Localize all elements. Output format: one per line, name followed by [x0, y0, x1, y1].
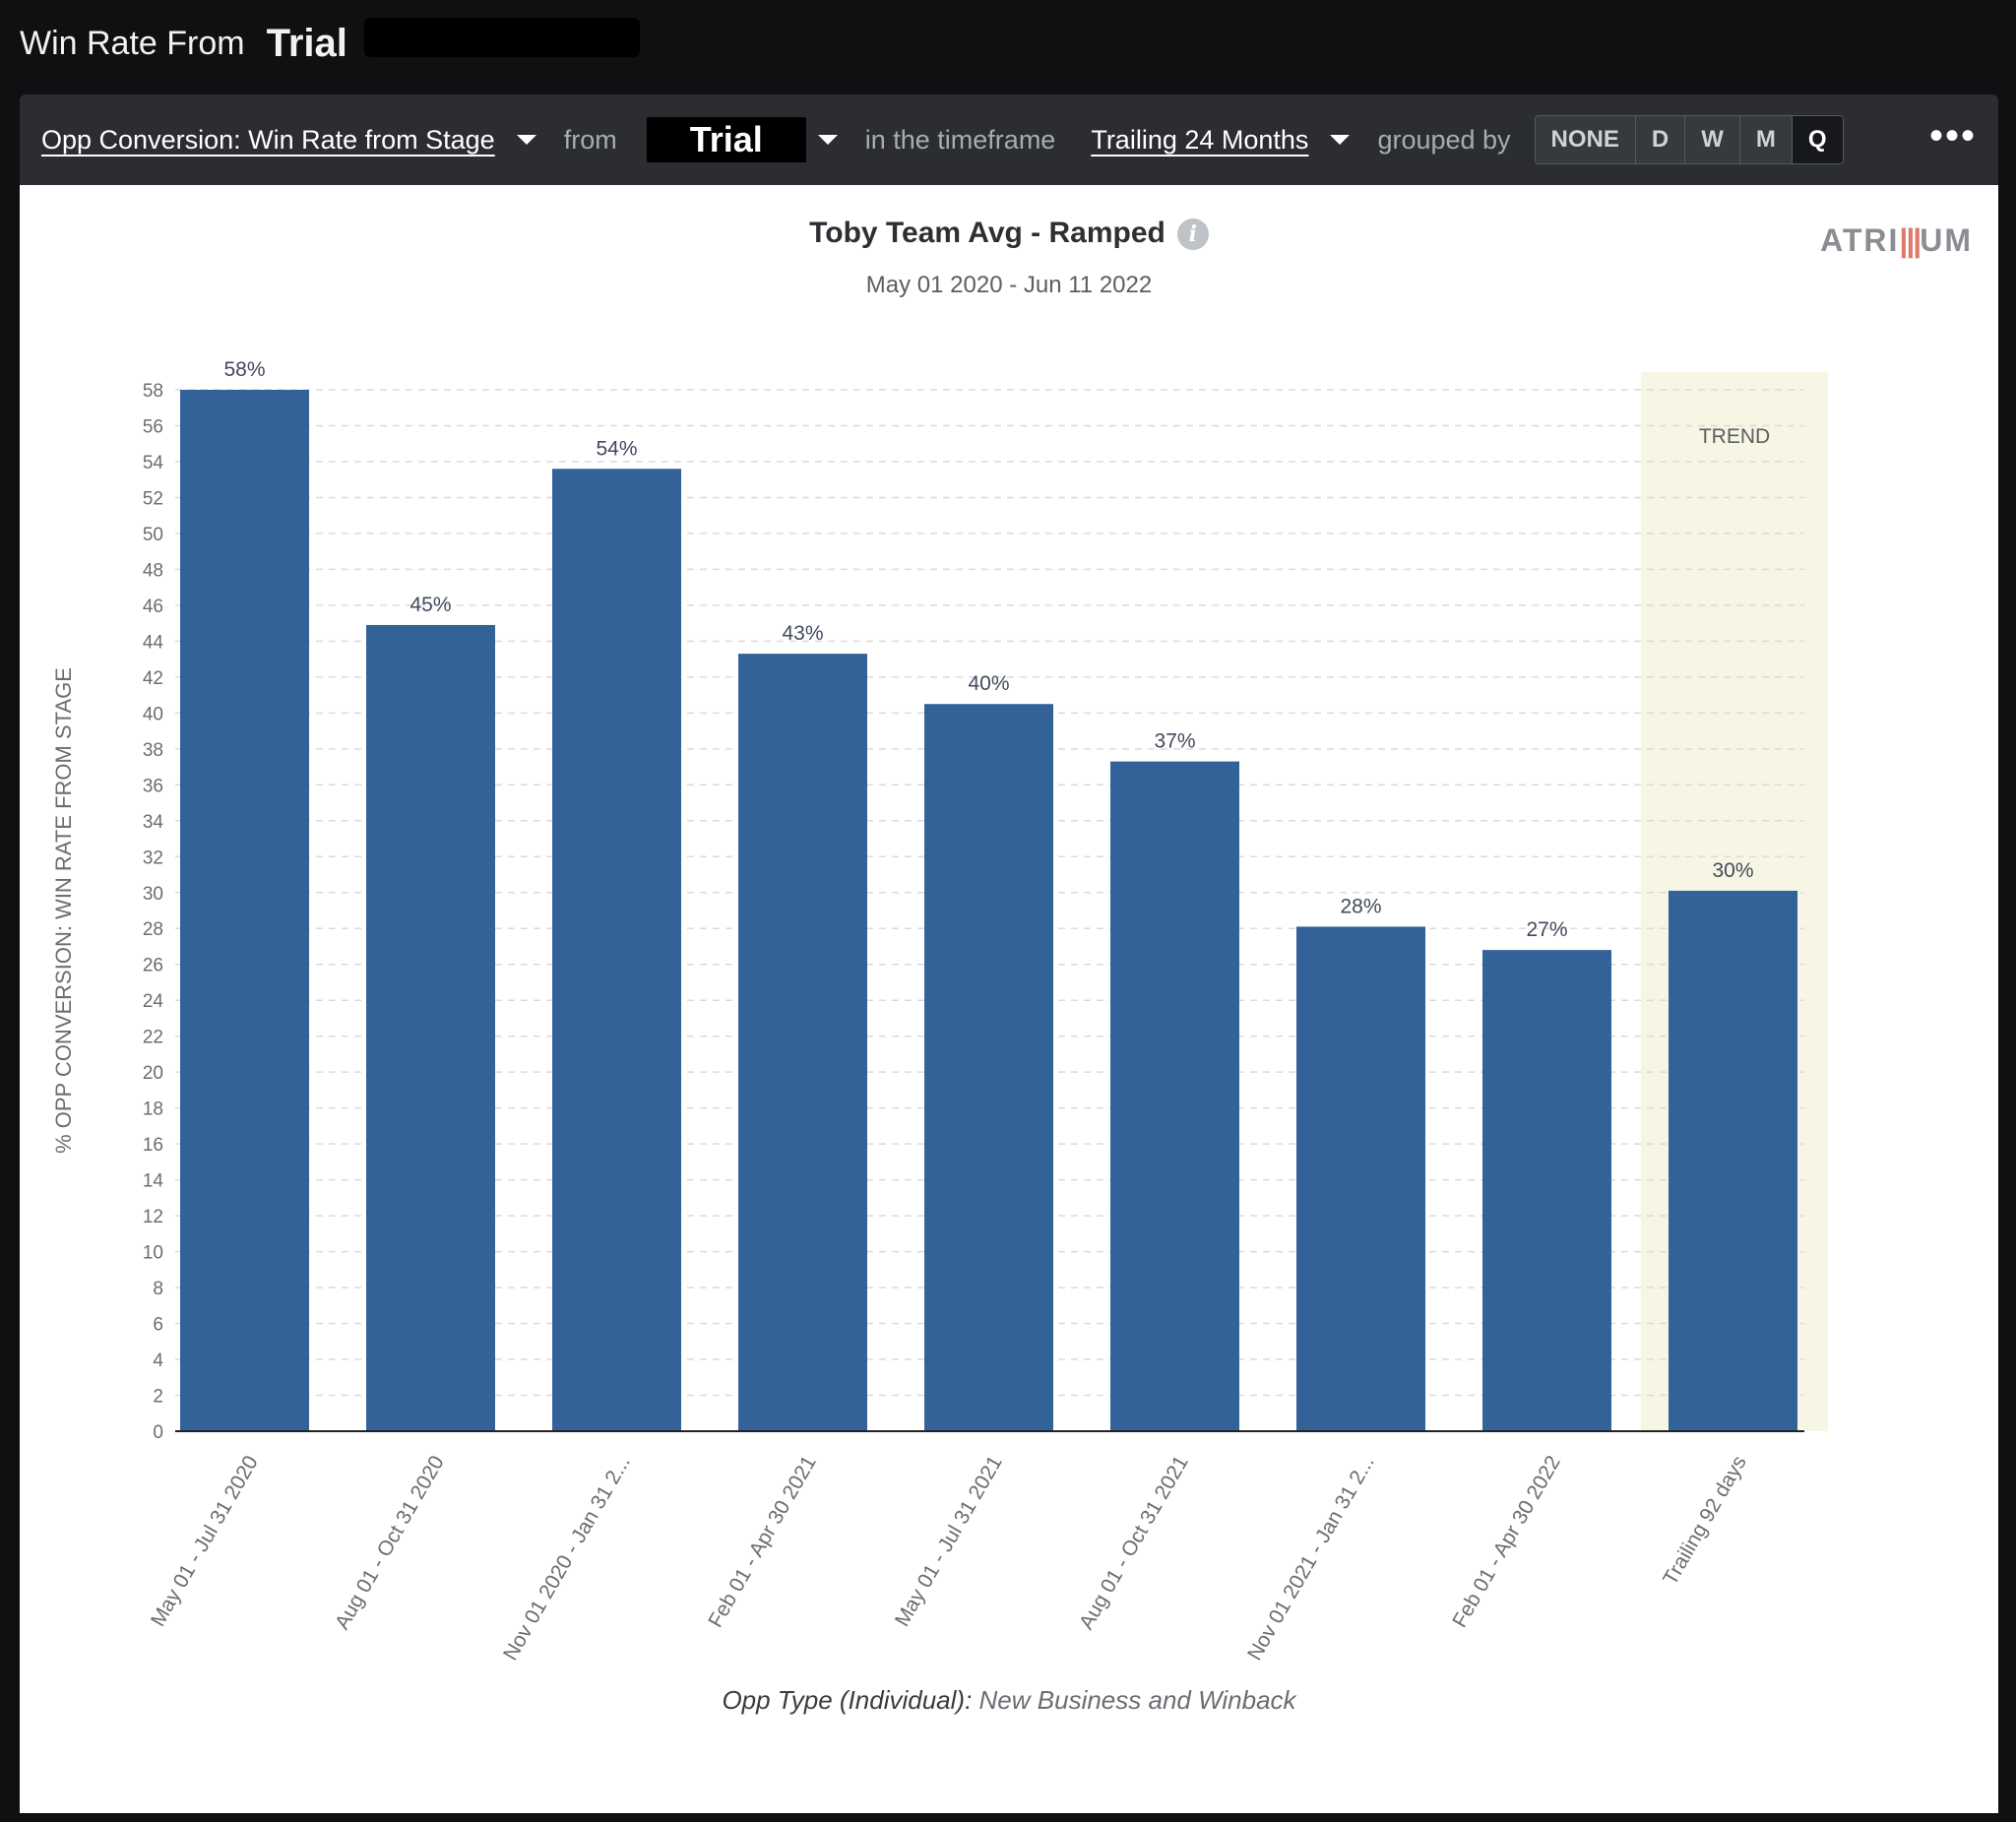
page-title: Win Rate From Trial — [20, 22, 347, 66]
bar — [366, 624, 495, 1431]
y-tick-label: 2 — [153, 1387, 163, 1408]
metric-dropdown-icon[interactable] — [516, 135, 536, 145]
y-tick-label: 20 — [143, 1063, 163, 1084]
y-tick-label: 10 — [143, 1243, 163, 1264]
stage-dropdown-icon[interactable] — [817, 135, 838, 145]
y-tick-label: 50 — [143, 525, 163, 545]
from-label: from — [563, 124, 617, 155]
data-label: 45% — [410, 594, 451, 616]
bar — [1110, 761, 1239, 1431]
y-tick-label: 16 — [143, 1135, 163, 1156]
x-tick-label: Aug 01 - Oct 31 2020 — [331, 1452, 449, 1633]
timeframe-label: in the timeframe — [864, 124, 1056, 155]
x-tick-label: Nov 01 2020 - Jan 31 2... — [499, 1452, 635, 1662]
trend-label: TREND — [1699, 425, 1770, 448]
data-label: 28% — [1340, 895, 1381, 917]
y-tick-label: 54 — [143, 453, 164, 473]
y-tick-label: 12 — [143, 1207, 163, 1227]
timeframe-dropdown-icon[interactable] — [1330, 135, 1351, 145]
data-label: 37% — [1154, 730, 1195, 753]
y-tick-label: 52 — [143, 488, 163, 509]
x-tick-label: Aug 01 - Oct 31 2021 — [1075, 1452, 1193, 1633]
metric-selector[interactable]: Opp Conversion: Win Rate from Stage — [41, 125, 495, 156]
y-tick-label: 4 — [153, 1351, 163, 1371]
filter-label: Opp Type (Individual): — [722, 1685, 973, 1715]
toolbar: Opp Conversion: Win Rate from Stage from… — [20, 94, 1998, 185]
x-tick-label: Trailing 92 days — [1659, 1452, 1751, 1589]
bar — [738, 654, 867, 1431]
y-tick-label: 30 — [143, 884, 163, 905]
group-option-week[interactable]: W — [1685, 116, 1740, 163]
group-option-day[interactable]: D — [1635, 116, 1686, 163]
filter-value: New Business and Winback — [978, 1685, 1296, 1715]
group-option-month[interactable]: M — [1739, 116, 1793, 163]
report-panel: Opp Conversion: Win Rate from Stage from… — [20, 94, 1998, 1813]
x-tick-label: Feb 01 - Apr 30 2021 — [704, 1452, 821, 1631]
y-axis-label: % OPP CONVERSION: WIN RATE FROM STAGE — [51, 667, 76, 1154]
bar — [1482, 950, 1611, 1431]
y-tick-label: 32 — [143, 848, 163, 868]
x-tick-label: May 01 - Jul 31 2020 — [147, 1452, 263, 1630]
y-tick-label: 44 — [143, 632, 164, 653]
x-tick-label: May 01 - Jul 31 2021 — [891, 1452, 1007, 1630]
y-tick-label: 22 — [143, 1028, 163, 1048]
data-label: 58% — [223, 358, 265, 381]
y-tick-label: 18 — [143, 1099, 163, 1120]
bar-chart: TREND02468101214161820222426283032343638… — [51, 358, 1828, 1662]
y-tick-label: 6 — [153, 1315, 163, 1336]
y-tick-label: 48 — [143, 560, 163, 581]
y-tick-label: 40 — [143, 704, 163, 724]
x-tick-label: Feb 01 - Apr 30 2022 — [1448, 1452, 1565, 1631]
data-label: 27% — [1526, 918, 1567, 941]
y-tick-label: 14 — [143, 1171, 164, 1192]
bar — [1296, 926, 1425, 1431]
ellipsis-icon[interactable]: ••• — [1929, 114, 1977, 158]
y-tick-label: 42 — [143, 668, 163, 689]
y-tick-label: 34 — [143, 812, 164, 833]
x-tick-label: Nov 01 2021 - Jan 31 2... — [1243, 1452, 1379, 1662]
data-label: 54% — [596, 437, 637, 460]
y-tick-label: 24 — [143, 991, 164, 1012]
filter-note: Opp Type (Individual): New Business and … — [20, 1685, 1998, 1716]
stage-selector[interactable]: Trial — [646, 117, 806, 162]
bar — [552, 469, 681, 1431]
bar — [1669, 890, 1797, 1431]
bar — [180, 390, 309, 1431]
page-title-stage: Trial — [266, 22, 347, 65]
y-tick-label: 46 — [143, 597, 163, 617]
y-tick-label: 26 — [143, 956, 163, 976]
grouped-by-label: grouped by — [1377, 124, 1511, 155]
y-tick-label: 56 — [143, 416, 163, 437]
group-by-toggle: NONE D W M Q — [1534, 115, 1844, 164]
y-tick-label: 36 — [143, 776, 163, 796]
redaction-block — [364, 18, 640, 57]
data-label: 40% — [968, 672, 1009, 695]
group-option-none[interactable]: NONE — [1535, 116, 1636, 163]
page-title-prefix: Win Rate From — [20, 25, 245, 62]
bar — [924, 704, 1053, 1431]
data-label: 43% — [782, 622, 823, 645]
timeframe-selector[interactable]: Trailing 24 Months — [1091, 125, 1308, 156]
chart-card: Toby Team Avg - Ramped i May 01 2020 - Ju… — [20, 185, 1998, 1813]
y-tick-label: 58 — [143, 381, 163, 402]
y-tick-label: 0 — [153, 1422, 163, 1443]
group-option-quarter[interactable]: Q — [1792, 116, 1843, 163]
y-tick-label: 38 — [143, 740, 163, 761]
y-tick-label: 28 — [143, 919, 163, 940]
data-label: 30% — [1712, 859, 1753, 882]
y-tick-label: 8 — [153, 1279, 163, 1299]
